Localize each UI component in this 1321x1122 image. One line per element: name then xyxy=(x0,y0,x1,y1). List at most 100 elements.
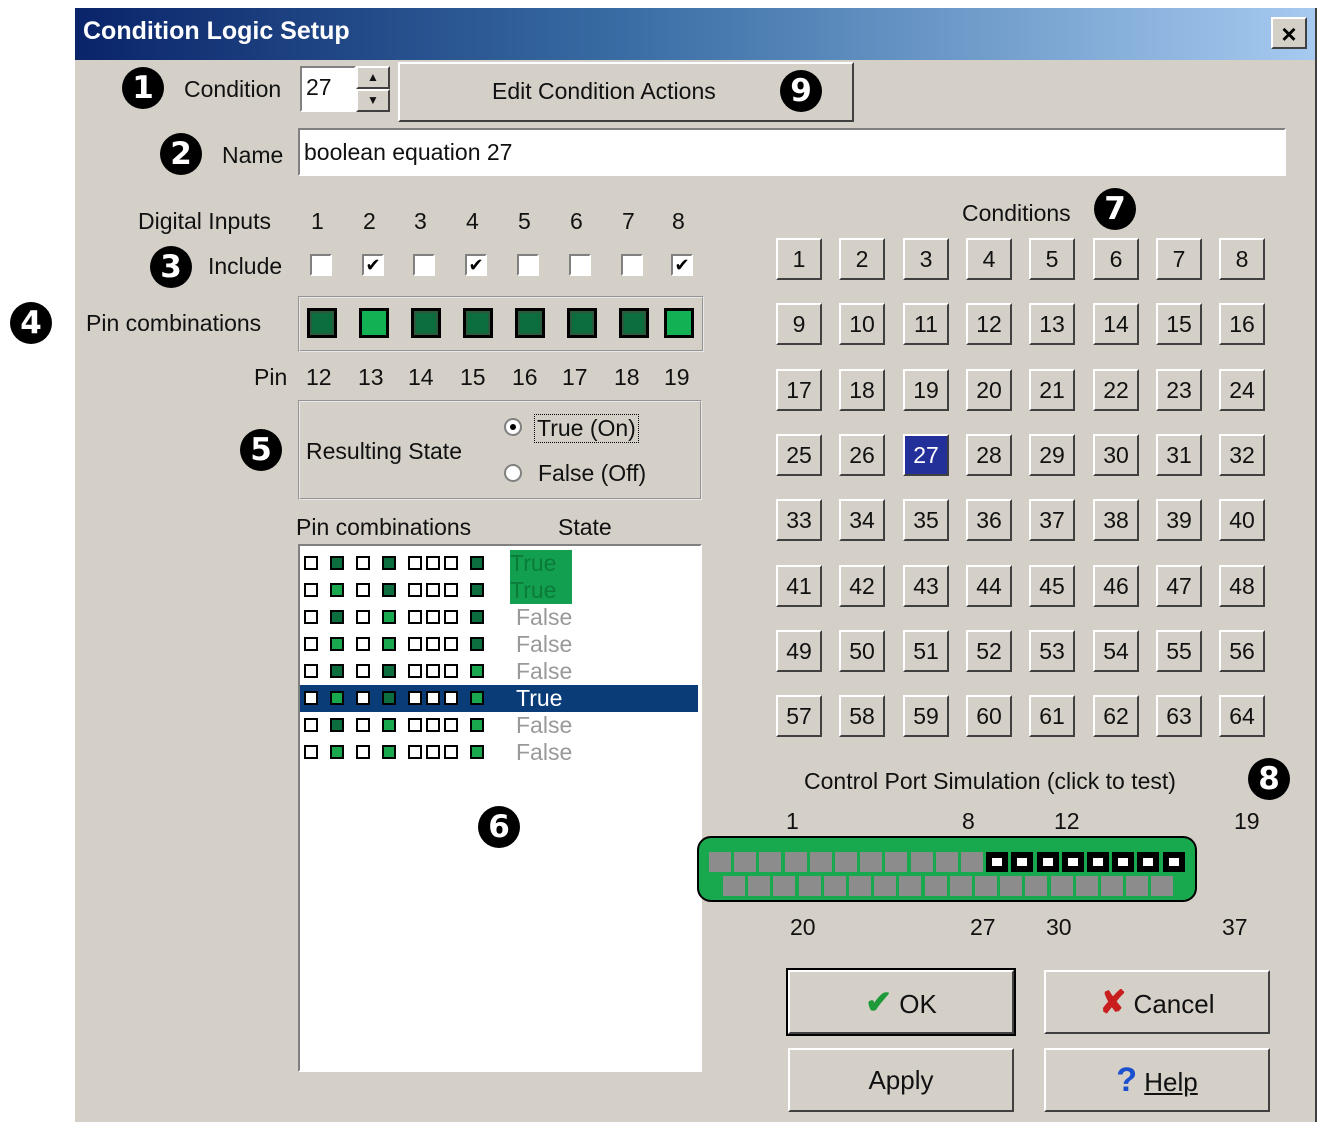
condition-button-15[interactable]: 15 xyxy=(1156,303,1202,345)
include-checkbox[interactable]: ✔ xyxy=(465,254,487,276)
include-checkbox[interactable] xyxy=(413,254,435,276)
condition-button-39[interactable]: 39 xyxy=(1156,499,1202,541)
port-pin[interactable] xyxy=(734,852,757,872)
port-pin[interactable] xyxy=(1050,876,1073,896)
port-pin[interactable] xyxy=(849,876,871,896)
false-off-radio[interactable] xyxy=(504,464,522,482)
include-checkbox[interactable] xyxy=(517,254,539,276)
condition-button-56[interactable]: 56 xyxy=(1219,630,1265,672)
port-pin[interactable] xyxy=(1137,852,1160,872)
condition-button-8[interactable]: 8 xyxy=(1219,238,1265,280)
condition-button-63[interactable]: 63 xyxy=(1156,695,1202,737)
port-pin[interactable] xyxy=(1025,876,1048,896)
condition-button-59[interactable]: 59 xyxy=(903,695,949,737)
condition-button-4[interactable]: 4 xyxy=(966,238,1012,280)
include-checkbox[interactable]: ✔ xyxy=(671,254,693,276)
port-pin[interactable] xyxy=(1151,876,1174,896)
condition-button-49[interactable]: 49 xyxy=(776,630,822,672)
pin-state-indicator[interactable] xyxy=(463,308,493,338)
port-pin[interactable] xyxy=(798,876,821,896)
condition-button-32[interactable]: 32 xyxy=(1219,434,1265,476)
close-button[interactable]: × xyxy=(1271,17,1307,49)
port-pin[interactable] xyxy=(975,876,997,896)
condition-button-18[interactable]: 18 xyxy=(839,369,885,411)
condition-button-51[interactable]: 51 xyxy=(903,630,949,672)
port-pin[interactable] xyxy=(874,876,897,896)
false-off-label[interactable]: False (Off) xyxy=(538,460,646,487)
condition-button-7[interactable]: 7 xyxy=(1156,238,1202,280)
port-pin[interactable] xyxy=(723,876,745,896)
condition-button-31[interactable]: 31 xyxy=(1156,434,1202,476)
condition-button-16[interactable]: 16 xyxy=(1219,303,1265,345)
apply-button[interactable]: Apply xyxy=(788,1048,1014,1112)
port-pin[interactable] xyxy=(1126,876,1149,896)
condition-button-33[interactable]: 33 xyxy=(776,499,822,541)
port-pin[interactable] xyxy=(949,876,972,896)
port-pin[interactable] xyxy=(809,852,832,872)
condition-button-53[interactable]: 53 xyxy=(1029,630,1075,672)
pin-state-indicator[interactable] xyxy=(515,308,545,338)
condition-button-1[interactable]: 1 xyxy=(776,238,822,280)
table-row[interactable]: True xyxy=(300,577,698,604)
condition-button-11[interactable]: 11 xyxy=(903,303,949,345)
condition-button-35[interactable]: 35 xyxy=(903,499,949,541)
condition-button-29[interactable]: 29 xyxy=(1029,434,1075,476)
condition-button-61[interactable]: 61 xyxy=(1029,695,1075,737)
condition-button-57[interactable]: 57 xyxy=(776,695,822,737)
condition-button-25[interactable]: 25 xyxy=(776,434,822,476)
condition-button-19[interactable]: 19 xyxy=(903,369,949,411)
port-pin[interactable] xyxy=(910,852,933,872)
table-row[interactable]: False xyxy=(300,658,698,685)
pin-state-indicator[interactable] xyxy=(619,308,649,338)
spin-down-icon[interactable]: ▼ xyxy=(356,89,390,112)
condition-button-2[interactable]: 2 xyxy=(839,238,885,280)
table-row[interactable]: False xyxy=(300,739,698,766)
condition-button-34[interactable]: 34 xyxy=(839,499,885,541)
table-row[interactable]: False xyxy=(300,712,698,739)
true-on-label[interactable]: True (On) xyxy=(534,414,639,443)
table-row[interactable]: True xyxy=(300,685,698,712)
port-pin[interactable] xyxy=(935,852,958,872)
table-row[interactable]: False xyxy=(300,604,698,631)
condition-button-38[interactable]: 38 xyxy=(1093,499,1139,541)
condition-button-21[interactable]: 21 xyxy=(1029,369,1075,411)
table-row[interactable]: False xyxy=(300,631,698,658)
port-pin[interactable] xyxy=(1061,852,1084,872)
true-on-radio[interactable] xyxy=(504,418,522,436)
port-pin[interactable] xyxy=(709,852,731,872)
pin-state-indicator[interactable] xyxy=(411,308,441,338)
condition-button-24[interactable]: 24 xyxy=(1219,369,1265,411)
condition-button-26[interactable]: 26 xyxy=(839,434,885,476)
condition-button-9[interactable]: 9 xyxy=(776,303,822,345)
condition-button-48[interactable]: 48 xyxy=(1219,565,1265,607)
port-pin[interactable] xyxy=(1112,852,1135,872)
condition-button-20[interactable]: 20 xyxy=(966,369,1012,411)
table-row[interactable]: True xyxy=(300,550,698,577)
spin-up-icon[interactable]: ▲ xyxy=(356,66,390,89)
include-checkbox[interactable]: ✔ xyxy=(362,254,384,276)
port-pin[interactable] xyxy=(924,876,947,896)
condition-button-45[interactable]: 45 xyxy=(1029,565,1075,607)
include-checkbox[interactable] xyxy=(569,254,591,276)
condition-button-52[interactable]: 52 xyxy=(966,630,1012,672)
port-pin[interactable] xyxy=(759,852,782,872)
pin-state-indicator[interactable] xyxy=(567,308,597,338)
ok-button[interactable]: ✔ OK xyxy=(786,968,1016,1036)
condition-button-5[interactable]: 5 xyxy=(1029,238,1075,280)
port-pin[interactable] xyxy=(1075,876,1098,896)
condition-button-3[interactable]: 3 xyxy=(903,238,949,280)
help-button[interactable]: ? Help xyxy=(1044,1048,1270,1112)
pin-state-indicator[interactable] xyxy=(664,308,694,338)
condition-button-40[interactable]: 40 xyxy=(1219,499,1265,541)
include-checkbox[interactable] xyxy=(310,254,332,276)
port-pin[interactable] xyxy=(1036,852,1059,872)
condition-button-30[interactable]: 30 xyxy=(1093,434,1139,476)
condition-button-58[interactable]: 58 xyxy=(839,695,885,737)
port-pin[interactable] xyxy=(835,852,857,872)
port-pin[interactable] xyxy=(748,876,771,896)
port-pin[interactable] xyxy=(784,852,807,872)
condition-button-50[interactable]: 50 xyxy=(839,630,885,672)
condition-button-37[interactable]: 37 xyxy=(1029,499,1075,541)
condition-button-12[interactable]: 12 xyxy=(966,303,1012,345)
condition-button-47[interactable]: 47 xyxy=(1156,565,1202,607)
